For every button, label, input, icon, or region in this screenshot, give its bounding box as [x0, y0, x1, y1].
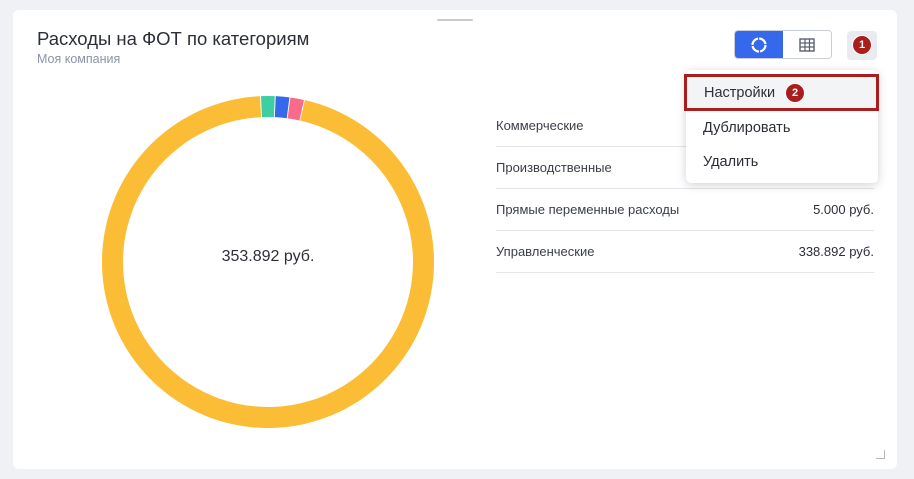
legend-value: 338.892 руб. — [798, 244, 874, 259]
menu-item-label: Дублировать — [703, 120, 791, 136]
menu-item-duplicate[interactable]: Дублировать — [686, 111, 878, 145]
widget-title: Расходы на ФОТ по категориям — [37, 28, 310, 49]
donut-chart-icon — [751, 36, 767, 53]
legend-row: Управленческие 338.892 руб. — [496, 231, 874, 273]
menu-item-label: Настройки — [704, 84, 776, 101]
donut-view-button[interactable] — [735, 31, 783, 58]
legend-label: Коммерческие — [496, 118, 584, 133]
widget-menu-button[interactable]: 1 — [847, 31, 877, 60]
widget-dropdown-menu: Настройки 2 Дублировать Удалить — [684, 70, 879, 183]
menu-item-delete[interactable]: Удалить — [686, 145, 878, 179]
legend-value: 5.000 руб. — [813, 202, 874, 217]
donut-total: 353.892 руб. — [221, 248, 315, 265]
legend-row: Прямые переменные расходы 5.000 руб. — [496, 189, 874, 231]
callout-badge-1: 1 — [852, 35, 872, 55]
legend-label: Управленческие — [496, 244, 595, 259]
legend-label: Производственные — [496, 160, 612, 175]
callout-badge-2: 2 — [785, 82, 806, 103]
menu-item-settings[interactable]: Настройки 2 — [684, 74, 879, 111]
chart-widget: Расходы на ФОТ по категориям Моя компани… — [13, 10, 897, 469]
table-view-button[interactable] — [783, 31, 831, 58]
donut-slice-1[interactable] — [261, 95, 275, 118]
drag-handle[interactable] — [437, 19, 473, 21]
view-toggle — [734, 30, 832, 59]
resize-handle[interactable] — [876, 450, 885, 459]
menu-item-label: Удалить — [703, 154, 759, 170]
table-grid-icon — [799, 37, 815, 52]
donut-slice-2[interactable] — [274, 96, 290, 119]
widget-subtitle: Моя компания — [37, 52, 121, 66]
legend-label: Прямые переменные расходы — [496, 202, 680, 217]
